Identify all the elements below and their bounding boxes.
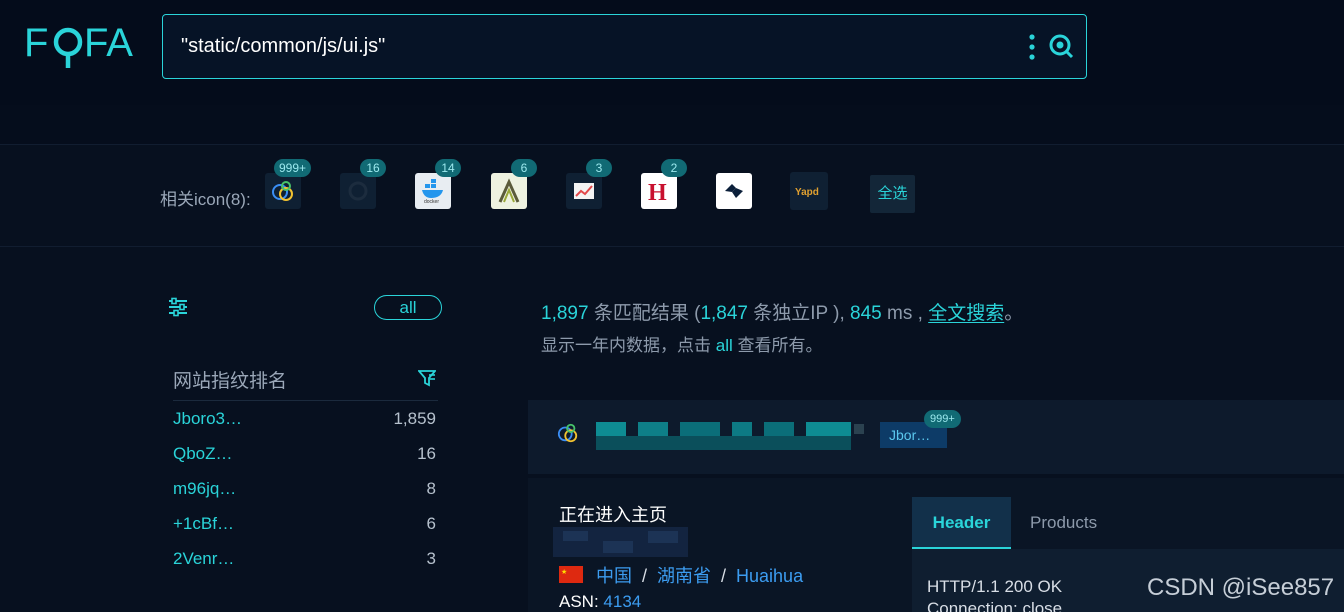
icon-count-badge: 14	[435, 159, 461, 177]
tab-products[interactable]: Products	[1030, 497, 1097, 549]
http-header-line: Connection: close	[927, 599, 1063, 612]
rank-row[interactable]: Jboro3… 1,859	[173, 409, 436, 435]
summary-text: 。	[1004, 303, 1024, 324]
watermark: CSDN @iSee857	[1147, 574, 1335, 601]
location-separator: /	[721, 566, 727, 586]
rank-name[interactable]: Jboro3…	[173, 409, 242, 429]
related-icons-label: 相关icon(8):	[160, 190, 251, 209]
svg-text:★: ★	[561, 568, 567, 576]
china-flag-icon: ★	[559, 566, 583, 583]
redacted-host-link[interactable]	[596, 422, 866, 450]
vertical-dots-icon[interactable]	[1028, 33, 1036, 61]
rank-count: 1,859	[393, 409, 436, 428]
lattice-logo-icon[interactable]: 6	[491, 159, 537, 209]
icon-count-badge: 2	[661, 159, 687, 177]
svg-text:H: H	[648, 180, 667, 202]
country-link[interactable]: 中国	[596, 566, 632, 586]
query-time: 845	[850, 303, 882, 324]
search-box[interactable]: "static/common/js/ui.js"	[162, 14, 1087, 79]
sliders-icon[interactable]	[168, 297, 188, 317]
tab-header[interactable]: Header	[912, 497, 1011, 549]
yapd-logo-text: Yapd	[795, 187, 819, 198]
rank-name[interactable]: QboZ…	[173, 444, 233, 464]
all-toggle-button[interactable]: all	[374, 295, 442, 320]
result-card-header: Jbor… 999+	[528, 400, 1344, 474]
redacted-ip[interactable]	[553, 527, 688, 557]
header-band	[0, 105, 1344, 145]
asn-label: ASN:	[559, 592, 599, 611]
related-icons-bar: 相关icon(8): 999+ 16 docker 14 6 3 H 2 Yap…	[0, 145, 1344, 247]
rank-count: 16	[417, 444, 436, 463]
select-all-button[interactable]: 全选	[870, 175, 915, 213]
rank-count: 8	[426, 479, 436, 498]
icon-count-badge: 16	[360, 159, 386, 177]
rank-name[interactable]: m96jq…	[173, 479, 236, 499]
svg-text:F: F	[24, 21, 50, 65]
top-header: F FA "static/common/js/ui.js"	[0, 0, 1344, 105]
summary-text: ms ,	[881, 303, 929, 324]
svg-text:docker: docker	[424, 199, 439, 204]
province-link[interactable]: 湖南省	[657, 566, 711, 586]
show-all-link[interactable]: all	[716, 336, 733, 355]
asn-link[interactable]: 4134	[603, 592, 641, 611]
diamond-logo-icon[interactable]	[716, 173, 752, 209]
city-link[interactable]: Huaihua	[736, 566, 803, 586]
rank-name[interactable]: 2Venr…	[173, 549, 234, 569]
rank-row[interactable]: +1cBf… 6	[173, 514, 436, 540]
total-count: 1,897	[541, 303, 589, 324]
subnote-text: 显示一年内数据，点击	[541, 336, 716, 355]
circles-logo-icon	[557, 423, 578, 443]
rank-name[interactable]: +1cBf…	[173, 514, 234, 534]
docker-logo-icon[interactable]: docker 14	[415, 159, 461, 209]
summary-text: 条匹配结果 (	[588, 303, 701, 324]
unique-ip-count: 1,847	[700, 303, 748, 324]
svg-text:FA: FA	[84, 21, 133, 65]
rank-divider	[173, 400, 438, 401]
yapd-logo-icon[interactable]: Yapd	[790, 172, 828, 210]
icon-count-badge: 999+	[273, 159, 311, 177]
dark-logo-icon[interactable]: 16	[340, 159, 386, 209]
site-title: 正在进入主页	[559, 505, 667, 525]
subnote-text: 查看所有。	[732, 336, 823, 355]
http-status-line: HTTP/1.1 200 OK	[927, 577, 1063, 596]
icon-count-badge: 3	[586, 159, 612, 177]
rank-row[interactable]: m96jq… 8	[173, 479, 436, 505]
result-subnote: 显示一年内数据，点击 all 查看所有。	[541, 331, 822, 356]
location-separator: /	[642, 566, 648, 586]
fofa-logo[interactable]: F FA	[24, 18, 142, 70]
h-logo-icon[interactable]: H 2	[641, 159, 687, 209]
rank-count: 3	[426, 549, 436, 568]
funnel-filter-icon[interactable]	[418, 369, 436, 387]
search-icon[interactable]	[1048, 33, 1074, 59]
fingerprint-rank-title: 网站指纹排名	[173, 371, 288, 392]
icon-count-badge: 6	[511, 159, 537, 177]
rank-row[interactable]: 2Venr… 3	[173, 549, 436, 575]
result-summary: 1,897 条匹配结果 (1,847 条独立IP ), 845 ms , 全文搜…	[541, 298, 1023, 325]
summary-text: 条独立IP ),	[747, 303, 851, 324]
rank-count: 6	[426, 514, 436, 533]
fulltext-search-link[interactable]: 全文搜索	[928, 303, 1004, 324]
trend-logo-icon[interactable]: 3	[566, 159, 612, 209]
location: 中国 / 湖南省 / Huaihua	[596, 562, 803, 588]
asn-info: ASN: 4134	[559, 592, 641, 612]
circles-logo-icon[interactable]: 999+	[265, 159, 311, 209]
tag-count-badge: 999+	[924, 410, 961, 428]
search-input[interactable]: "static/common/js/ui.js"	[181, 35, 385, 58]
rank-row[interactable]: QboZ… 16	[173, 444, 436, 470]
